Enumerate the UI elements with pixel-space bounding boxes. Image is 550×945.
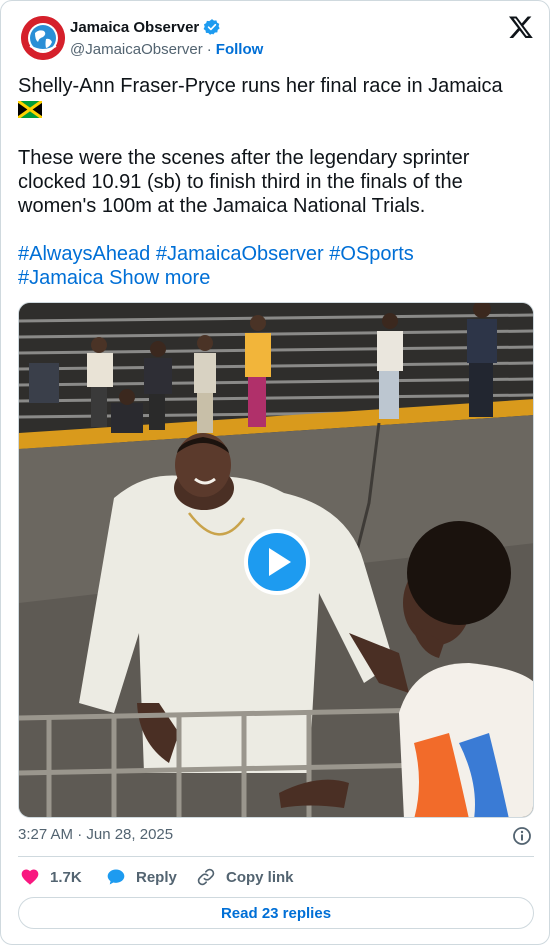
follow-button[interactable]: Follow <box>216 41 264 58</box>
author-avatar[interactable] <box>21 16 65 60</box>
like-button[interactable]: 1.7K <box>20 866 82 888</box>
heart-icon <box>21 869 39 885</box>
hashtag-always-ahead[interactable]: #AlwaysAhead <box>18 243 150 265</box>
globe-logo-icon <box>21 16 65 60</box>
jamaica-flag-icon <box>18 101 42 118</box>
author-display-name[interactable]: Jamaica Observer <box>70 19 199 36</box>
separator-dot: · <box>206 40 212 58</box>
reply-bubble-icon <box>107 869 125 885</box>
tweet-timestamp[interactable]: 3:27 AM · Jun 28, 2025 <box>18 826 173 843</box>
copy-link-button[interactable]: Copy link <box>196 866 294 888</box>
tweet-hashtags: #AlwaysAhead #JamaicaObserver #OSports #… <box>18 242 533 290</box>
tweet-headline: Shelly-Ann Fraser-Pryce runs her final r… <box>18 75 503 97</box>
tweet-line-1: Shelly-Ann Fraser-Pryce runs her final r… <box>18 74 533 122</box>
hashtag-osports[interactable]: #OSports <box>329 243 413 265</box>
info-icon[interactable] <box>512 826 532 846</box>
link-icon <box>197 868 215 886</box>
copy-link-label: Copy link <box>226 868 294 886</box>
show-more-link[interactable]: Show more <box>109 267 210 289</box>
reply-button[interactable]: Reply <box>106 866 177 888</box>
hashtag-jamaica[interactable]: #Jamaica <box>18 267 104 289</box>
verified-badge-icon <box>203 18 221 36</box>
embedded-tweet-card: Jamaica Observer @JamaicaObserver · Foll… <box>0 0 550 945</box>
author-name-row[interactable]: Jamaica Observer <box>70 17 221 37</box>
hashtag-jamaica-observer[interactable]: #JamaicaObserver <box>156 243 324 265</box>
tweet-text: Shelly-Ann Fraser-Pryce runs her final r… <box>18 74 533 290</box>
video-player[interactable] <box>18 302 534 818</box>
read-replies-button[interactable]: Read 23 replies <box>18 897 534 929</box>
play-icon <box>269 548 291 576</box>
reply-label: Reply <box>136 868 177 886</box>
divider <box>18 856 534 857</box>
x-logo-icon[interactable] <box>508 14 534 40</box>
author-handle[interactable]: @JamaicaObserver <box>70 41 203 58</box>
tweet-paragraph: These were the scenes after the legendar… <box>18 147 470 217</box>
author-handle-row: @JamaicaObserver · Follow <box>70 39 263 59</box>
play-button[interactable] <box>244 529 310 595</box>
like-count: 1.7K <box>50 868 82 886</box>
